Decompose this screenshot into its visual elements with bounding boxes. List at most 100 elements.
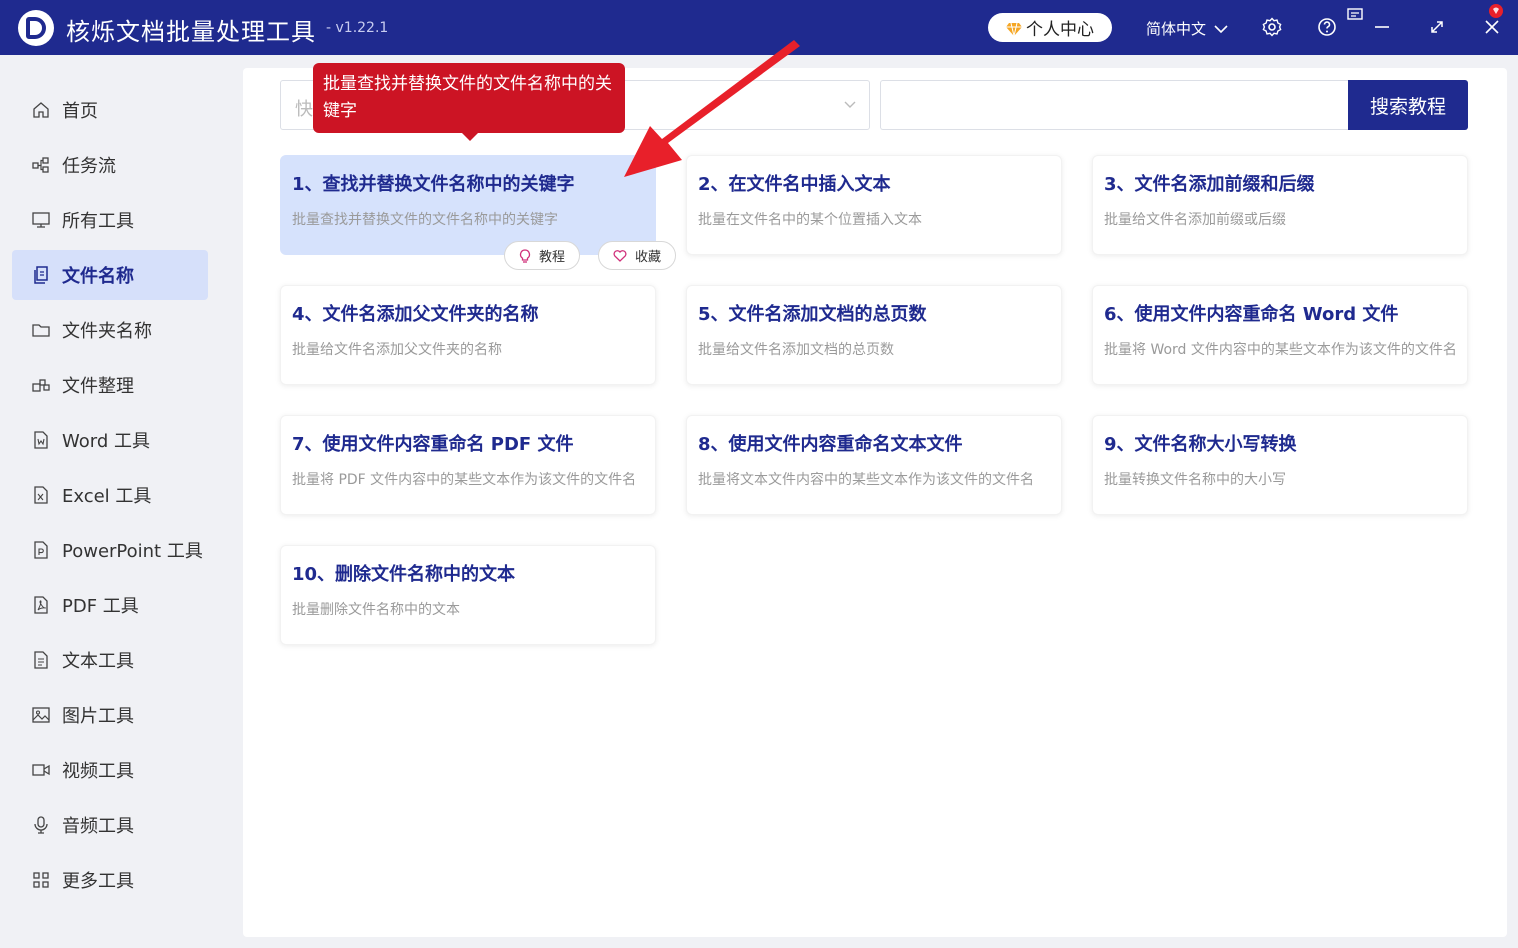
sidebar-item-word-tools[interactable]: Word 工具 — [12, 415, 208, 465]
tooltip: 批量查找并替换文件的文件名称中的关键字 — [313, 63, 625, 133]
sidebar-item-label: 首页 — [62, 101, 98, 122]
user-center-button[interactable]: 个人中心 — [988, 13, 1112, 42]
file-copy-icon — [32, 266, 50, 284]
sidebar-item-file-organize[interactable]: 文件整理 — [12, 360, 208, 410]
tool-card-case-convert[interactable]: 9、文件名称大小写转换 批量转换文件名称中的大小写 — [1092, 415, 1468, 515]
search-tutorial-button[interactable]: 搜索教程 — [1348, 80, 1468, 130]
card-desc: 批量查找并替换文件的文件名称中的关键字 — [292, 212, 558, 228]
tool-card-parent-folder-name[interactable]: 4、文件名添加父文件夹的名称 批量给文件名添加父文件夹的名称 — [280, 285, 656, 385]
card-title: 6、使用文件内容重命名 Word 文件 — [1104, 304, 1399, 325]
settings-gear-icon[interactable] — [1261, 16, 1283, 38]
tool-card-total-pages[interactable]: 5、文件名添加文档的总页数 批量给文件名添加文档的总页数 — [686, 285, 1062, 385]
sidebar-item-label: 任务流 — [62, 156, 116, 177]
tutorial-label: 教程 — [539, 250, 566, 265]
excel-icon — [32, 486, 50, 504]
message-icon[interactable] — [1344, 4, 1366, 26]
language-label: 简体中文 — [1146, 20, 1207, 38]
sidebar-item-label: Word 工具 — [62, 431, 150, 452]
favorite-button[interactable]: 收藏 — [598, 241, 677, 270]
language-select[interactable]: 简体中文 — [1146, 18, 1228, 39]
sidebar-item-label: 视频工具 — [62, 761, 134, 782]
flow-icon — [32, 156, 50, 174]
sidebar-item-label: 所有工具 — [62, 211, 134, 232]
notification-badge-icon — [1487, 2, 1505, 20]
help-icon[interactable] — [1316, 16, 1338, 38]
card-desc: 批量给文件名添加文档的总页数 — [698, 342, 894, 358]
sidebar-item-excel-tools[interactable]: Excel 工具 — [12, 470, 208, 520]
user-center-label: 个人中心 — [1026, 20, 1094, 40]
title-bar: 核烁文档批量处理工具 - v1.22.1 个人中心 简体中文 — [0, 0, 1518, 55]
mic-icon — [32, 816, 50, 834]
sidebar-item-label: PowerPoint 工具 — [62, 541, 203, 562]
favorite-label: 收藏 — [635, 250, 662, 265]
card-title: 8、使用文件内容重命名文本文件 — [698, 434, 963, 455]
image-icon — [32, 706, 50, 724]
card-title: 9、文件名称大小写转换 — [1104, 434, 1297, 455]
sidebar: 首页 任务流 所有工具 文件名称 文件夹名称 文件整理 Word 工具 Exce… — [0, 55, 222, 948]
sidebar-item-audio-tools[interactable]: 音频工具 — [12, 800, 208, 850]
sidebar-item-text-tools[interactable]: 文本工具 — [12, 635, 208, 685]
tool-card-delete-text[interactable]: 10、删除文件名称中的文本 批量删除文件名称中的文本 — [280, 545, 656, 645]
sidebar-item-label: Excel 工具 — [62, 486, 152, 507]
diamond-icon — [1006, 22, 1022, 36]
sidebar-item-image-tools[interactable]: 图片工具 — [12, 690, 208, 740]
tutorial-search-input[interactable] — [880, 80, 1350, 130]
minimize-icon[interactable] — [1371, 16, 1393, 38]
card-title: 10、删除文件名称中的文本 — [292, 564, 516, 585]
sidebar-item-powerpoint-tools[interactable]: PowerPoint 工具 — [12, 525, 208, 575]
grid-icon — [32, 871, 50, 889]
tutorial-button[interactable]: 教程 — [504, 241, 581, 270]
tooltip-arrow — [461, 132, 479, 141]
card-desc: 批量将 PDF 文件内容中的某些文本作为该文件的文件名 — [292, 472, 637, 488]
sidebar-item-pdf-tools[interactable]: PDF 工具 — [12, 580, 208, 630]
tool-card-rename-text[interactable]: 8、使用文件内容重命名文本文件 批量将文本文件内容中的某些文本作为该文件的文件名 — [686, 415, 1062, 515]
card-desc: 批量删除文件名称中的文本 — [292, 602, 460, 618]
sidebar-item-file-name[interactable]: 文件名称 — [12, 250, 208, 300]
folder-icon — [32, 321, 50, 339]
app-title: 核烁文档批量处理工具 — [66, 18, 316, 46]
sidebar-item-home[interactable]: 首页 — [12, 85, 208, 135]
sidebar-item-label: PDF 工具 — [62, 596, 139, 617]
sidebar-item-folder-name[interactable]: 文件夹名称 — [12, 305, 208, 355]
monitor-icon — [32, 211, 50, 229]
sidebar-item-video-tools[interactable]: 视频工具 — [12, 745, 208, 795]
sidebar-item-label: 音频工具 — [62, 816, 134, 837]
card-title: 7、使用文件内容重命名 PDF 文件 — [292, 434, 574, 455]
tool-card-rename-word[interactable]: 6、使用文件内容重命名 Word 文件 批量将 Word 文件内容中的某些文本作… — [1092, 285, 1468, 385]
main-panel: 快 搜索教程 1、查找并替换文件名称中的关键字 批量查找并替换文件的文件名称中的… — [243, 68, 1507, 937]
sidebar-item-label: 文件整理 — [62, 376, 134, 397]
sidebar-item-label: 文件夹名称 — [62, 321, 152, 342]
heart-icon — [613, 249, 627, 262]
card-title: 5、文件名添加文档的总页数 — [698, 304, 927, 325]
ppt-icon — [32, 541, 50, 559]
tool-card-prefix-suffix[interactable]: 3、文件名添加前缀和后缀 批量给文件名添加前缀或后缀 — [1092, 155, 1468, 255]
word-icon — [32, 431, 50, 449]
card-desc: 批量给文件名添加父文件夹的名称 — [292, 342, 502, 358]
quick-search-placeholder: 快 — [295, 99, 313, 120]
card-desc: 批量转换文件名称中的大小写 — [1104, 472, 1286, 488]
chevron-down-icon — [843, 97, 857, 116]
pdf-icon — [32, 596, 50, 614]
maximize-icon[interactable] — [1426, 16, 1448, 38]
card-title: 3、文件名添加前缀和后缀 — [1104, 174, 1315, 195]
sidebar-item-label: 文件名称 — [62, 266, 134, 287]
card-desc: 批量给文件名添加前缀或后缀 — [1104, 212, 1286, 228]
tool-card-insert-text[interactable]: 2、在文件名中插入文本 批量在文件名中的某个位置插入文本 — [686, 155, 1062, 255]
home-icon — [32, 101, 50, 119]
card-title: 2、在文件名中插入文本 — [698, 174, 891, 195]
app-logo-icon — [18, 10, 54, 46]
tool-card-rename-pdf[interactable]: 7、使用文件内容重命名 PDF 文件 批量将 PDF 文件内容中的某些文本作为该… — [280, 415, 656, 515]
card-title: 4、文件名添加父文件夹的名称 — [292, 304, 539, 325]
card-desc: 批量将文本文件内容中的某些文本作为该文件的文件名 — [698, 472, 1034, 488]
sidebar-item-label: 图片工具 — [62, 706, 134, 727]
video-icon — [32, 761, 50, 779]
sidebar-item-label: 更多工具 — [62, 871, 134, 892]
card-desc: 批量将 Word 文件内容中的某些文本作为该文件的文件名 — [1104, 342, 1457, 358]
tool-card-find-replace-keyword[interactable]: 1、查找并替换文件名称中的关键字 批量查找并替换文件的文件名称中的关键字 — [280, 155, 656, 255]
sidebar-item-all-tools[interactable]: 所有工具 — [12, 195, 208, 245]
lightbulb-icon — [519, 248, 531, 263]
sidebar-item-taskflow[interactable]: 任务流 — [12, 140, 208, 190]
card-title: 1、查找并替换文件名称中的关键字 — [292, 174, 575, 195]
sidebar-item-more-tools[interactable]: 更多工具 — [12, 855, 208, 905]
card-desc: 批量在文件名中的某个位置插入文本 — [698, 212, 922, 228]
